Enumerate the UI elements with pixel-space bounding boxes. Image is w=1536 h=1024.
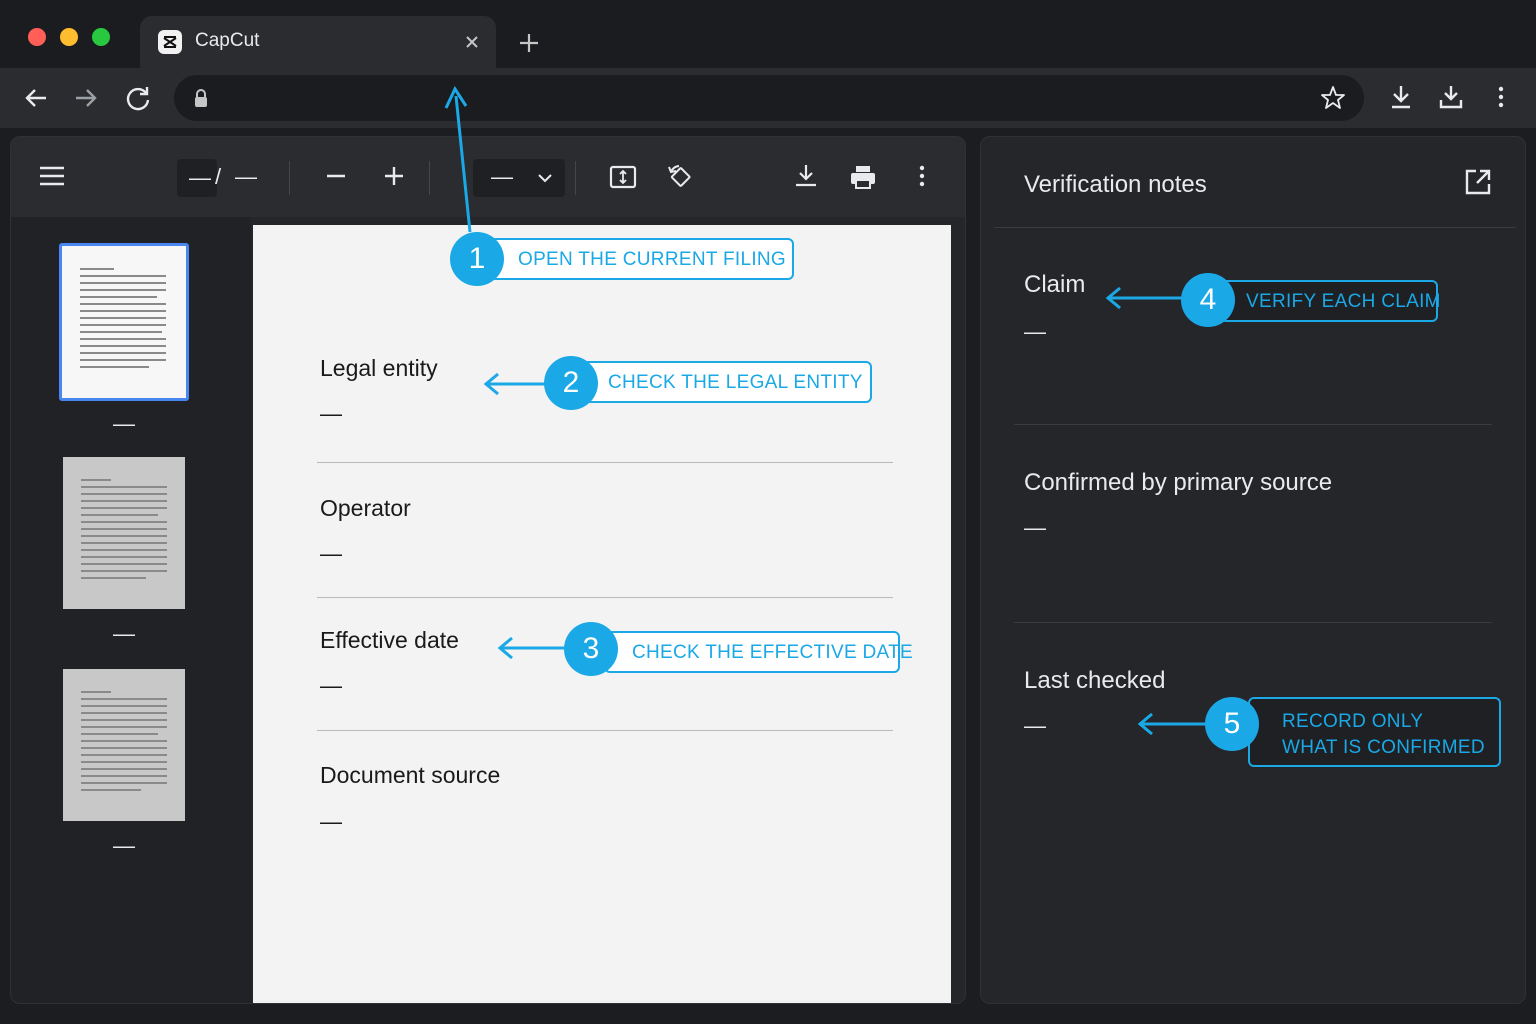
note-value-claim[interactable]: —: [1024, 319, 1046, 345]
browser-toolbar: [0, 68, 1536, 128]
thumbnail-text-lines: [80, 268, 166, 373]
callout-text: OPEN THE CURRENT FILING: [518, 249, 787, 270]
callout-text-line2: WHAT IS CONFIRMED: [1282, 737, 1485, 758]
page-number-input[interactable]: —: [177, 159, 217, 197]
note-label-claim: Claim: [1024, 271, 1086, 298]
hamburger-menu-icon[interactable]: [39, 163, 65, 194]
callout-check-legal-entity: CHECK THE LEGAL ENTITY: [582, 361, 872, 403]
zoom-in-icon[interactable]: [381, 163, 407, 194]
page-current: —: [189, 165, 211, 190]
callout-open-current-filing: OPEN THE CURRENT FILING: [490, 238, 794, 280]
zoom-select[interactable]: —: [473, 159, 565, 197]
forward-arrow-icon[interactable]: [70, 82, 102, 114]
browser-menu-icon[interactable]: [1486, 82, 1516, 112]
thumbnail-sidebar: — — —: [11, 217, 251, 1003]
lock-icon[interactable]: [194, 88, 208, 113]
callout-verify-each-claim: VERIFY EACH CLAIM: [1220, 280, 1441, 322]
notes-divider: [1014, 622, 1492, 623]
callout-text: CHECK THE EFFECTIVE DATE: [632, 642, 913, 663]
page-thumbnail[interactable]: [63, 669, 185, 821]
notes-title: Verification notes: [1024, 171, 1207, 198]
close-tab-icon[interactable]: [460, 30, 484, 54]
pdf-more-options-icon[interactable]: [909, 163, 935, 194]
field-value-operator: —: [320, 541, 342, 566]
thumbnail-page-label: —: [113, 833, 135, 858]
note-value-last-checked[interactable]: —: [1024, 713, 1046, 739]
reload-icon[interactable]: [122, 82, 154, 114]
page-thumbnail[interactable]: [63, 457, 185, 609]
tab-bar: CapCut: [0, 0, 1536, 68]
zoom-value: —: [491, 164, 513, 189]
thumbnail-page-label: —: [113, 411, 135, 436]
capcut-logo-icon: [158, 30, 182, 54]
bookmark-star-icon[interactable]: [1320, 85, 1346, 116]
document-page: Legal entity — Operator — Effective date…: [253, 225, 951, 1003]
pdf-toolbar: — / — —: [11, 137, 965, 217]
field-value-document-source: —: [320, 809, 342, 834]
field-value-effective-date: —: [320, 673, 342, 698]
close-window-button[interactable]: [28, 28, 46, 46]
field-label-operator: Operator: [320, 495, 411, 521]
download-icon[interactable]: [1386, 82, 1416, 112]
downloads-tray-icon[interactable]: [1436, 82, 1466, 112]
verification-notes-panel: Verification notes Claim — Confirmed by …: [980, 136, 1526, 1004]
tab-title: CapCut: [195, 30, 260, 51]
page-divider: [317, 462, 893, 463]
thumbnail-page-label: —: [113, 621, 135, 646]
pdf-download-icon[interactable]: [793, 163, 819, 194]
toolbar-divider: [289, 161, 290, 195]
field-label-document-source: Document source: [320, 762, 501, 788]
step-badge: 2: [544, 356, 598, 410]
notes-divider: [1014, 424, 1492, 425]
open-external-icon[interactable]: [1463, 167, 1493, 202]
field-value-legal-entity: —: [320, 401, 342, 426]
page-divider: [317, 597, 893, 598]
toolbar-divider: [575, 161, 576, 195]
back-arrow-icon[interactable]: [20, 82, 52, 114]
toolbar-divider: [429, 161, 430, 195]
page-separator: /: [215, 164, 222, 189]
page-divider: [317, 730, 893, 731]
page-total: —: [235, 164, 257, 189]
field-label-legal-entity: Legal entity: [320, 355, 438, 381]
step-badge: 4: [1181, 273, 1235, 327]
chevron-down-icon: [538, 174, 552, 183]
browser-tab[interactable]: CapCut: [140, 16, 496, 68]
step-badge: 5: [1205, 697, 1259, 751]
page-thumbnail[interactable]: [59, 243, 189, 401]
minimize-window-button[interactable]: [60, 28, 78, 46]
thumbnail-text-lines: [81, 479, 167, 584]
callout-text-line1: RECORD ONLY: [1282, 711, 1424, 732]
field-label-effective-date: Effective date: [320, 627, 459, 653]
rotate-icon[interactable]: [665, 163, 693, 196]
step-badge: 3: [564, 622, 618, 676]
notes-header-divider: [994, 227, 1516, 228]
callout-text: VERIFY EACH CLAIM: [1246, 291, 1441, 312]
step-badge: 1: [450, 232, 504, 286]
maximize-window-button[interactable]: [92, 28, 110, 46]
note-label-confirmed-source: Confirmed by primary source: [1024, 469, 1333, 496]
new-tab-icon[interactable]: [514, 28, 544, 58]
callout-check-effective-date: CHECK THE EFFECTIVE DATE: [604, 631, 913, 673]
thumbnail-text-lines: [81, 691, 167, 796]
callout-text: CHECK THE LEGAL ENTITY: [608, 372, 863, 393]
note-value-confirmed-source[interactable]: —: [1024, 515, 1046, 541]
address-bar[interactable]: [174, 75, 1364, 121]
fit-to-page-icon[interactable]: [609, 163, 637, 196]
print-icon[interactable]: [849, 163, 877, 196]
zoom-out-icon[interactable]: [323, 163, 349, 194]
callout-record-only-confirmed: RECORD ONLY WHAT IS CONFIRMED: [1248, 697, 1501, 767]
note-label-last-checked: Last checked: [1024, 667, 1166, 694]
